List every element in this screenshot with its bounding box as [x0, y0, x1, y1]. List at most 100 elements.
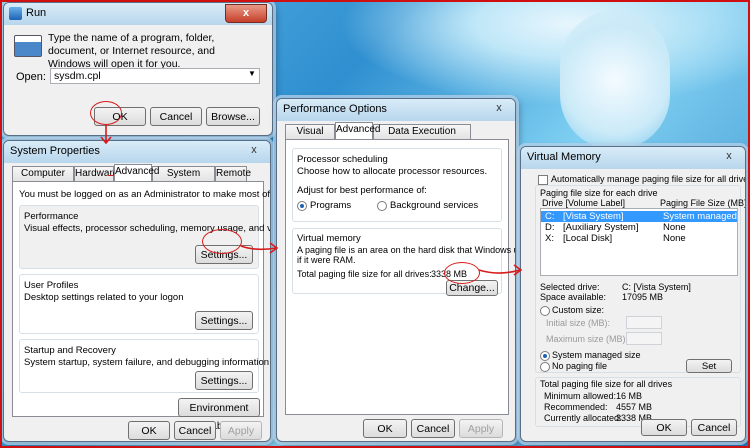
drive-volume-label: [Auxiliary System] [563, 222, 639, 233]
annotation-circle-change [444, 262, 480, 284]
background-services-radio[interactable] [377, 201, 387, 211]
startup-recovery-title: Startup and Recovery [24, 345, 116, 356]
apply-button[interactable]: Apply [220, 421, 262, 440]
vmem-titlebar[interactable]: Virtual Memory x [521, 147, 745, 169]
user-profiles-title: User Profiles [24, 280, 79, 291]
processor-scheduling-title: Processor scheduling [297, 154, 388, 165]
sysprops-advanced-panel: You must be logged on as an Administrato… [12, 181, 270, 432]
custom-size-radio[interactable] [540, 306, 550, 316]
desktop-wallpaper-figure [560, 10, 670, 150]
ok-button[interactable]: OK [363, 419, 407, 438]
system-properties-dialog: System Properties x Computer Name Hardwa… [3, 140, 271, 442]
drive-letter: X: [545, 233, 554, 244]
sysprops-titlebar[interactable]: System Properties x [4, 141, 270, 163]
run-description: Type the name of a program, folder, docu… [48, 32, 215, 70]
initial-size-input[interactable] [626, 316, 662, 329]
sysprops-tabs: Computer Name Hardware Advanced System P… [12, 164, 262, 193]
drive-paging-size: System managed [663, 211, 737, 222]
vmem-body: Automatically manage paging file size fo… [525, 169, 745, 437]
no-paging-label[interactable]: No paging file [552, 361, 607, 371]
cancel-button[interactable]: Cancel [174, 421, 216, 440]
selected-drive-value: C: [Vista System] [622, 282, 691, 292]
processor-scheduling-group: Processor scheduling Choose how to alloc… [292, 148, 502, 222]
no-paging-radio[interactable] [540, 362, 550, 372]
user-profiles-description: Desktop settings related to your logon [24, 292, 184, 303]
virtual-memory-group: Virtual memory A paging file is an area … [292, 228, 515, 296]
tab-advanced[interactable]: Advanced [335, 122, 380, 139]
total-paging-label: Total paging file size for all drives: [297, 269, 432, 279]
tab-visual-effects[interactable]: Visual Effects [285, 124, 335, 151]
minimum-allowed-label: Minimum allowed: [544, 391, 617, 401]
system-managed-radio[interactable] [540, 351, 550, 361]
open-label: Open: [16, 71, 46, 83]
tab-advanced[interactable]: Advanced [114, 164, 159, 181]
cancel-button[interactable]: Cancel [150, 107, 202, 126]
adjust-label: Adjust for best performance of: [297, 185, 427, 196]
tab-computer-name[interactable]: Computer Name [12, 166, 74, 193]
virtual-memory-title: Virtual memory [297, 233, 361, 244]
run-titlebar[interactable]: Run x [4, 3, 272, 25]
recommended-value: 4557 MB [616, 402, 653, 412]
browse-button[interactable]: Browse... [206, 107, 260, 126]
close-button[interactable]: x [488, 100, 510, 117]
programs-label[interactable]: Programs [310, 200, 351, 211]
drive-paging-size: None [663, 222, 686, 233]
sysprops-title: System Properties [10, 145, 100, 157]
run-program-icon [14, 35, 42, 57]
drive-column-header[interactable]: Drive [Volume Label] [542, 198, 625, 208]
tab-remote[interactable]: Remote [215, 166, 251, 181]
initial-size-label: Initial size (MB): [546, 318, 611, 328]
close-button[interactable]: x [225, 4, 267, 23]
space-available-label: Space available: [540, 292, 607, 302]
drive-list: C: [Vista System] System managed D: [Aux… [540, 208, 738, 276]
totals-title: Total paging file size for all drives [540, 379, 673, 389]
drive-letter: D: [545, 222, 555, 233]
paging-per-drive-group: Paging file size for each drive Drive [V… [535, 185, 745, 373]
drive-paging-size: None [663, 233, 686, 244]
size-column-header[interactable]: Paging File Size (MB) [660, 198, 745, 208]
drive-volume-label: [Vista System] [563, 211, 624, 222]
system-managed-label[interactable]: System managed size [552, 350, 641, 360]
performance-title: Performance [24, 211, 79, 222]
perfopts-titlebar[interactable]: Performance Options x [277, 99, 515, 121]
startup-recovery-settings-button[interactable]: Settings... [195, 371, 253, 390]
user-profiles-settings-button[interactable]: Settings... [195, 311, 253, 330]
cancel-button[interactable]: Cancel [411, 419, 455, 438]
environment-variables-button[interactable]: Environment Variables... [178, 398, 260, 432]
background-services-label[interactable]: Background services [390, 200, 478, 211]
processor-scheduling-description: Choose how to allocate processor resourc… [297, 166, 488, 177]
drive-volume-label: [Local Disk] [563, 233, 613, 244]
custom-size-label[interactable]: Custom size: [552, 305, 604, 315]
space-available-value: 17095 MB [622, 292, 664, 302]
cancel-button[interactable]: Cancel [691, 419, 737, 436]
set-button[interactable]: Set [686, 359, 732, 373]
virtual-memory-dialog: Virtual Memory x Automatically manage pa… [520, 146, 746, 442]
ok-button[interactable]: OK [128, 421, 170, 440]
programs-radio[interactable] [297, 201, 307, 211]
drive-row-x[interactable]: X: [Local Disk] None [541, 233, 737, 244]
drive-letter: C: [545, 211, 555, 222]
tab-data-execution-prevention[interactable]: Data Execution Prevention [373, 124, 471, 151]
maximum-size-input[interactable] [626, 332, 662, 345]
ok-button[interactable]: OK [641, 419, 687, 436]
tab-hardware[interactable]: Hardware [74, 166, 118, 181]
sysprops-body: Computer Name Hardware Advanced System P… [8, 163, 270, 440]
run-body: Type the name of a program, folder, docu… [8, 25, 268, 131]
auto-manage-label[interactable]: Automatically manage paging file size fo… [551, 174, 745, 184]
perfopts-title: Performance Options [283, 103, 387, 115]
open-input[interactable]: sysdm.cpl [50, 68, 260, 84]
recommended-label: Recommended: [544, 402, 608, 412]
drive-row-c[interactable]: C: [Vista System] System managed [541, 211, 737, 222]
auto-manage-checkbox[interactable] [538, 175, 548, 185]
close-button[interactable]: x [718, 148, 740, 165]
annotation-arrow-to-perfopts [240, 242, 279, 254]
tab-system-protection[interactable]: System Protection [152, 166, 215, 193]
run-dialog: Run x Type the name of a program, folder… [3, 2, 273, 136]
apply-button[interactable]: Apply [459, 419, 503, 438]
drive-row-d[interactable]: D: [Auxiliary System] None [541, 222, 737, 233]
annotation-arrow-to-vmem [478, 264, 523, 276]
minimum-allowed-value: 16 MB [616, 391, 643, 401]
currently-allocated-label: Currently allocated: [544, 413, 622, 423]
chevron-down-icon[interactable]: ▼ [248, 69, 256, 78]
close-button[interactable]: x [243, 142, 265, 159]
